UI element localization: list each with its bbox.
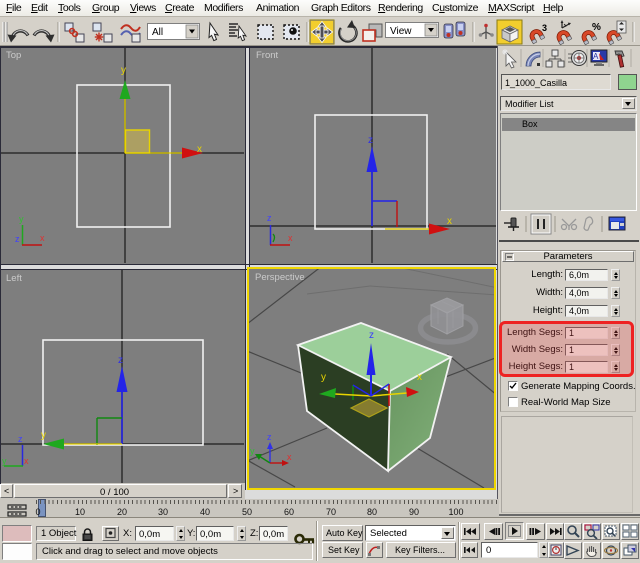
svg-text:y: y	[321, 372, 326, 383]
svg-text:x: x	[197, 144, 202, 155]
svg-text:View: View	[390, 26, 412, 37]
svg-text:z: z	[267, 213, 272, 223]
svg-text:z: z	[15, 234, 20, 244]
svg-text:x: x	[288, 233, 293, 243]
svg-text:x: x	[24, 456, 29, 466]
svg-text:x: x	[417, 372, 422, 383]
svg-text:z: z	[369, 330, 374, 341]
svg-text:x: x	[447, 216, 452, 227]
svg-text:z: z	[118, 355, 123, 366]
svg-text:All: All	[152, 27, 163, 38]
svg-text:y: y	[250, 446, 255, 456]
svg-text:z: z	[267, 432, 272, 442]
svg-text:%: %	[592, 22, 601, 33]
svg-text:x: x	[287, 452, 292, 462]
svg-text:y: y	[121, 65, 126, 76]
svg-text:y: y	[41, 430, 46, 441]
svg-text:z: z	[368, 135, 373, 146]
svg-text:y: y	[2, 456, 7, 466]
svg-text:x: x	[40, 233, 45, 243]
svg-text:3: 3	[542, 23, 547, 33]
svg-text:z: z	[18, 434, 23, 444]
svg-text:y: y	[19, 214, 24, 224]
